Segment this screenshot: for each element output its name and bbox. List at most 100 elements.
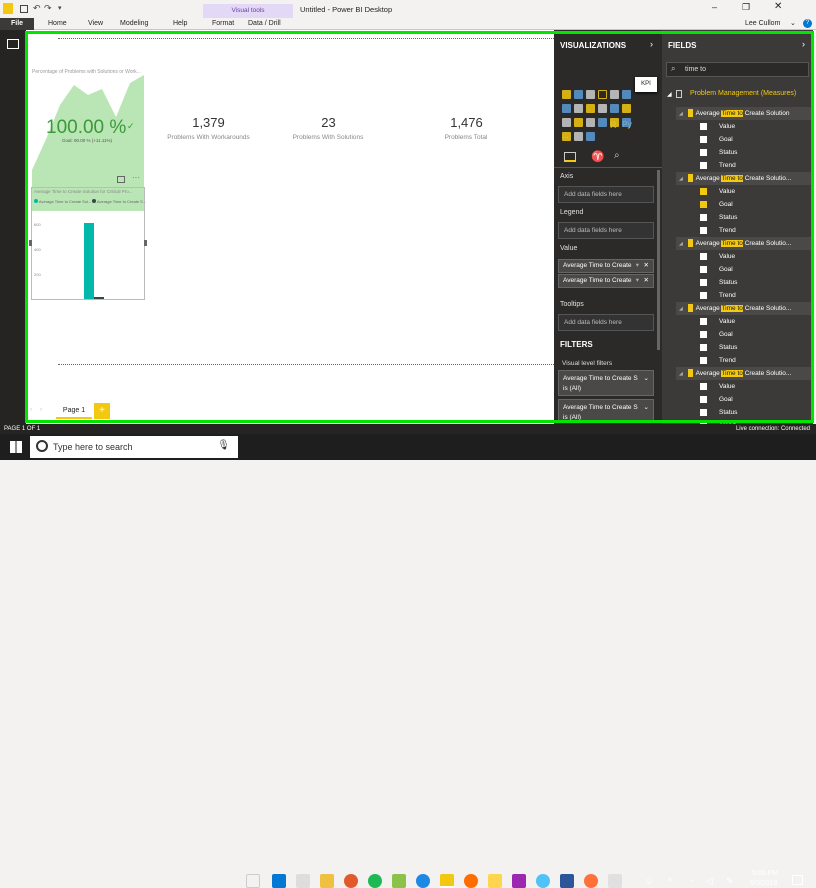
field-subitem-status[interactable]: Status [676, 341, 811, 354]
value-field-2[interactable]: Average Time to Create ✕ ▾ [558, 274, 654, 288]
page-tab-1[interactable]: Page 1 [56, 403, 92, 419]
word-icon[interactable] [560, 874, 574, 888]
field-checkbox[interactable] [700, 395, 707, 403]
app-icon[interactable] [392, 874, 406, 888]
kpi-icon[interactable] [562, 132, 571, 141]
field-checkbox[interactable] [700, 330, 707, 338]
field-checkbox[interactable] [700, 148, 707, 156]
slicer-icon[interactable] [574, 132, 583, 141]
people-icon[interactable]: ☺ [644, 876, 653, 886]
undo-icon[interactable]: ↶ [33, 3, 41, 14]
filter-expand-icon[interactable]: ⌄ [644, 403, 649, 413]
resize-handle[interactable] [29, 240, 32, 246]
report-view-icon[interactable] [7, 39, 19, 49]
field-subitem-status[interactable]: Status [676, 211, 811, 224]
app-icon[interactable] [608, 874, 622, 888]
line-icon[interactable] [610, 90, 619, 99]
field-checkbox[interactable] [700, 226, 707, 234]
expand-arrow-icon[interactable]: ◢ [679, 306, 683, 312]
app-icon[interactable] [536, 874, 550, 888]
gauge-icon[interactable] [598, 118, 607, 127]
tab-data-drill[interactable]: Data / Drill [248, 18, 281, 30]
remove-field-icon[interactable]: ✕ [644, 260, 649, 272]
redo-icon[interactable]: ↷ [44, 3, 52, 14]
field-checkbox[interactable] [700, 161, 707, 169]
tab-modeling[interactable]: Modeling [120, 18, 148, 30]
filter-expand-icon[interactable]: ⌄ [644, 374, 649, 384]
notifications-icon[interactable] [792, 875, 803, 885]
field-subitem-trend[interactable]: Trend [676, 224, 811, 237]
remove-field-icon[interactable]: ✕ [644, 275, 649, 287]
value-field-1[interactable]: Average Time to Create ✕ ▾ [558, 259, 654, 273]
report-canvas[interactable]: Percentage of Problems with Solutions or… [26, 30, 574, 424]
microphone-icon[interactable]: 🎙 [217, 440, 230, 451]
clustered-column-icon[interactable] [598, 90, 607, 99]
field-subitem-trend[interactable]: Trend [676, 354, 811, 367]
area-icon[interactable] [622, 90, 631, 99]
table-icon[interactable] [586, 132, 595, 141]
tooltips-drop-zone[interactable]: Add data fields here [558, 314, 654, 331]
expand-arrow-icon[interactable]: ◢ [679, 241, 683, 247]
measure-row[interactable]: ◢ Average Time to Create Solutio... [676, 367, 811, 380]
ribbon-icon[interactable] [562, 104, 571, 113]
field-checkbox[interactable] [700, 122, 707, 130]
field-dropdown-icon[interactable]: ▾ [636, 260, 639, 272]
field-subitem-value[interactable]: Value [676, 250, 811, 263]
fields-search-box[interactable]: ⌕ time to [666, 62, 809, 77]
task-view-icon[interactable] [246, 874, 260, 888]
more-options-icon[interactable]: ··· [132, 173, 140, 182]
firefox-icon[interactable] [584, 874, 598, 888]
map-icon[interactable] [562, 118, 571, 127]
field-checkbox[interactable] [700, 187, 707, 195]
network-icon[interactable]: ◔ [688, 876, 693, 886]
measure-row[interactable]: ◢ Average Time to Create Solutio... [676, 302, 811, 315]
windows-start-icon[interactable] [10, 441, 22, 453]
measure-row[interactable]: ◢ Average Time to Create Solution [676, 107, 811, 120]
expand-arrow-icon[interactable]: ◢ [679, 176, 683, 182]
tab-file[interactable]: File [0, 18, 34, 30]
analytics-magnifier-icon[interactable]: ⌕ [614, 150, 620, 161]
page-nav-next-icon[interactable]: › [40, 407, 42, 413]
file-explorer-icon[interactable] [320, 874, 334, 888]
axis-drop-zone[interactable]: Add data fields here [558, 186, 654, 203]
field-checkbox[interactable] [700, 356, 707, 364]
filter-card-1[interactable]: Average Time to Create S is (All) ⌄ [558, 370, 654, 396]
field-subitem-value[interactable]: Value [676, 120, 811, 133]
field-checkbox[interactable] [700, 408, 707, 416]
field-subitem-status[interactable]: Status [676, 276, 811, 289]
collapse-visualizations-icon[interactable]: › [650, 39, 653, 49]
donut-icon[interactable] [610, 104, 619, 113]
add-page-button[interactable]: + [94, 403, 110, 419]
pane-scrollbar[interactable] [657, 170, 660, 350]
filled-map-icon[interactable] [574, 118, 583, 127]
table-expand-icon[interactable]: ◢ [667, 91, 672, 98]
funnel-icon[interactable] [586, 118, 595, 127]
app-icon[interactable] [464, 874, 478, 888]
user-name[interactable]: Lee Cullom [745, 18, 780, 30]
taskbar-search-box[interactable]: Type here to search 🎙 [30, 436, 238, 458]
card-icon[interactable] [610, 118, 619, 127]
field-checkbox[interactable] [700, 213, 707, 221]
spotify-icon[interactable] [368, 874, 382, 888]
field-checkbox[interactable] [700, 278, 707, 286]
close-button[interactable]: ✕ [774, 1, 782, 12]
mail-icon[interactable] [296, 874, 310, 888]
clock-date[interactable]: 6/3/2019 [750, 880, 777, 887]
field-subitem-status[interactable]: Status [676, 406, 811, 419]
collapse-fields-icon[interactable]: › [802, 39, 805, 49]
fields-well-icon[interactable] [564, 152, 576, 162]
field-dropdown-icon[interactable]: ▾ [636, 275, 639, 287]
field-subitem-goal[interactable]: Goal [676, 198, 811, 211]
field-subitem-goal[interactable]: Goal [676, 263, 811, 276]
tab-view[interactable]: View [88, 18, 103, 30]
field-subitem-value[interactable]: Value [676, 315, 811, 328]
field-checkbox[interactable] [700, 382, 707, 390]
field-subitem-value[interactable]: Value [676, 380, 811, 393]
field-subitem-value[interactable]: Value [676, 185, 811, 198]
powerbi-taskbar-icon[interactable] [440, 874, 454, 888]
page-nav-prev-icon[interactable]: ‹ [30, 407, 32, 413]
stacked-column-icon[interactable] [574, 90, 583, 99]
clock-time[interactable]: 5:05 PM [752, 870, 778, 877]
save-icon[interactable] [20, 5, 28, 13]
field-subitem-trend[interactable]: Trend [676, 289, 811, 302]
